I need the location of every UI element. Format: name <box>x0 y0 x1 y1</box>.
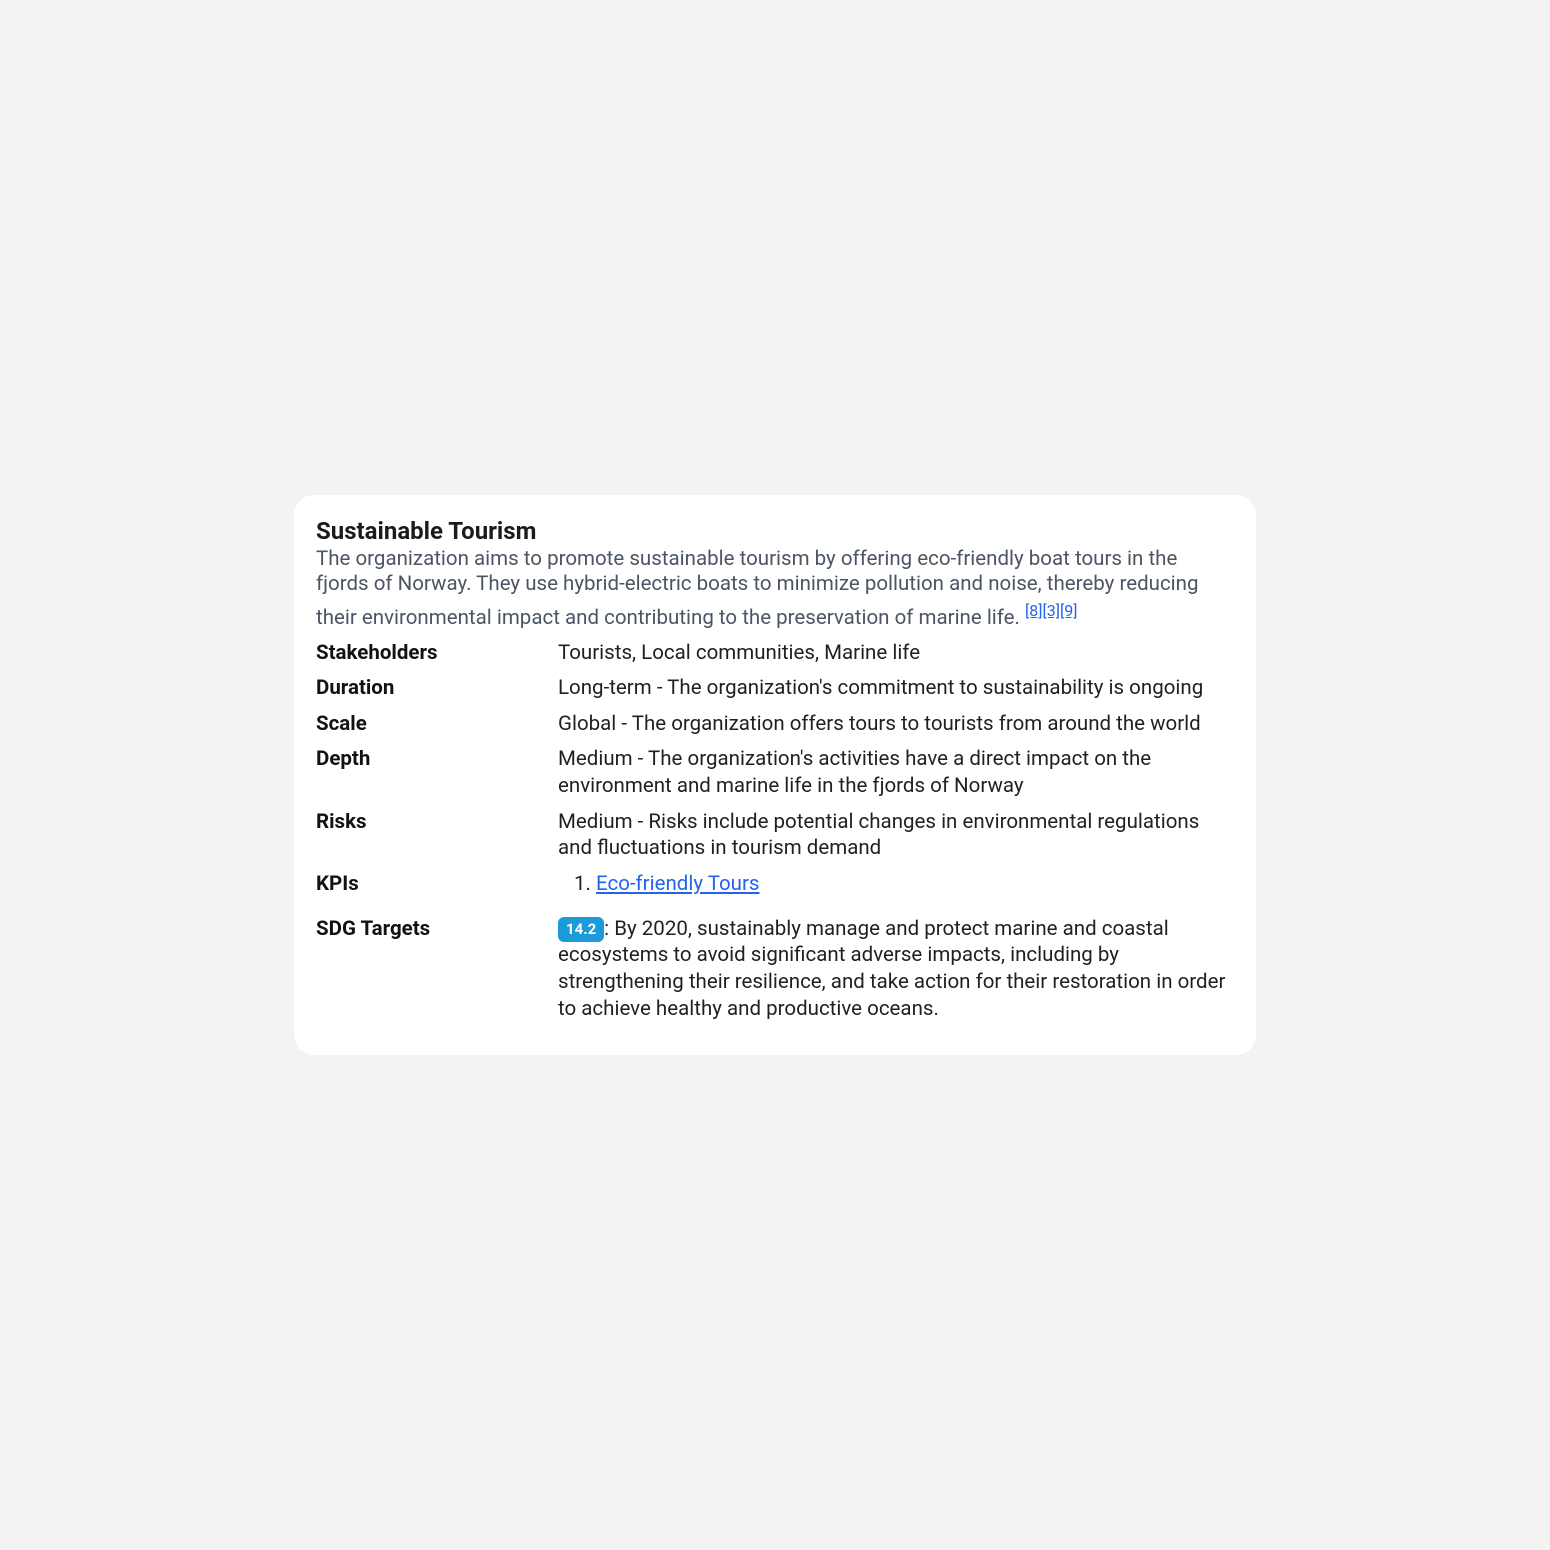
attr-label: Depth <box>316 746 558 773</box>
card-title: Sustainable Tourism <box>316 517 1234 545</box>
attr-value: Long-term - The organization's commitmen… <box>558 675 1234 702</box>
attr-value: Tourists, Local communities, Marine life <box>558 640 1234 667</box>
kpi-link[interactable]: Eco-friendly Tours <box>596 872 760 896</box>
attr-row-risks: Risks Medium - Risks include potential c… <box>316 809 1234 862</box>
citation-group: [8][3][9] <box>1025 598 1077 622</box>
sdg-target-text: : By 2020, sustainably manage and protec… <box>558 917 1225 1021</box>
attr-value: Eco-friendly Tours <box>558 871 1234 898</box>
attr-label: Scale <box>316 711 558 738</box>
attr-label: Risks <box>316 809 558 836</box>
attr-row-sdg-targets: SDG Targets 14.2: By 2020, sustainably m… <box>316 916 1234 1023</box>
citation-link[interactable]: [8] <box>1025 601 1042 620</box>
attr-value: 14.2: By 2020, sustainably manage and pr… <box>558 916 1234 1023</box>
kpi-item: Eco-friendly Tours <box>596 871 1234 898</box>
card-description: The organization aims to promote sustain… <box>316 547 1234 632</box>
attr-label: KPIs <box>316 871 558 898</box>
kpi-list: Eco-friendly Tours <box>558 871 1234 898</box>
attr-label: SDG Targets <box>316 916 558 943</box>
attr-value: Medium - The organization's activities h… <box>558 746 1234 799</box>
attr-row-kpis: KPIs Eco-friendly Tours <box>316 871 1234 898</box>
attr-value: Global - The organization offers tours t… <box>558 711 1234 738</box>
citation-link[interactable]: [3] <box>1043 601 1060 620</box>
attr-row-scale: Scale Global - The organization offers t… <box>316 711 1234 738</box>
attr-label: Duration <box>316 675 558 702</box>
citation-link[interactable]: [9] <box>1060 601 1077 620</box>
attr-row-depth: Depth Medium - The organization's activi… <box>316 746 1234 799</box>
attr-row-duration: Duration Long-term - The organization's … <box>316 675 1234 702</box>
sdg-badge: 14.2 <box>558 917 604 942</box>
attr-label: Stakeholders <box>316 640 558 667</box>
attribute-list: Stakeholders Tourists, Local communities… <box>316 640 1234 1023</box>
attr-value: Medium - Risks include potential changes… <box>558 809 1234 862</box>
impact-card: Sustainable Tourism The organization aim… <box>294 495 1256 1055</box>
attr-row-stakeholders: Stakeholders Tourists, Local communities… <box>316 640 1234 667</box>
